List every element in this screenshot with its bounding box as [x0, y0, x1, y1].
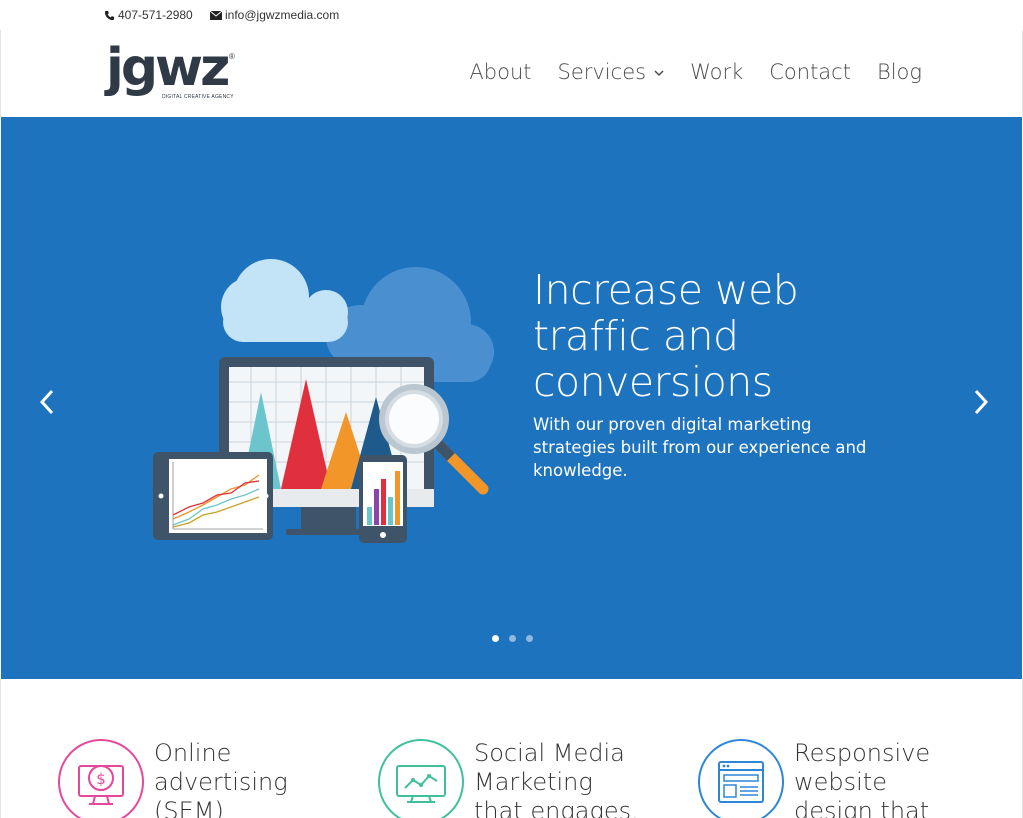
service-title: Online advertising (SEM): [154, 739, 288, 818]
nav-about[interactable]: About: [469, 60, 531, 84]
nav-contact[interactable]: Contact: [769, 60, 851, 84]
nav-blog-label: Blog: [876, 60, 922, 84]
service-online-advertising[interactable]: $ Online advertising (SEM): [58, 739, 358, 818]
tablet-icon: [153, 452, 273, 540]
hero-title: Increase web traffic and conversions: [533, 266, 799, 406]
slider-dot-1[interactable]: [492, 635, 499, 642]
service-title: Responsive website design that: [794, 739, 931, 818]
hero-slider: Increase web traffic and conversions Wit…: [1, 117, 1022, 679]
phone-device-icon: [359, 455, 407, 543]
logo-registered-mark: ®: [229, 52, 235, 61]
nav-work-label: Work: [690, 60, 744, 84]
nav-services[interactable]: Services: [558, 60, 665, 84]
phone-number: 407-571-2980: [118, 8, 193, 22]
phone-icon: [104, 10, 115, 20]
service-responsive-design[interactable]: Responsive website design that: [698, 739, 998, 818]
logo-tagline: DIGITAL CREATIVE AGENCY: [162, 94, 234, 100]
email-contact[interactable]: info@jgwzmedia.com: [210, 8, 339, 22]
slider-dot-3[interactable]: [526, 635, 533, 642]
nav-contact-label: Contact: [769, 60, 851, 84]
monitor-chart-icon: [378, 739, 464, 818]
phone-contact[interactable]: 407-571-2980: [104, 8, 193, 22]
service-title: Social Media Marketing that engages,: [474, 739, 639, 818]
cloud-front-icon: [221, 259, 348, 342]
hero-subtitle: With our proven digital marketing strate…: [533, 415, 867, 480]
chevron-left-icon: [39, 389, 54, 415]
browser-window-icon: [698, 739, 784, 818]
services-section: $ Online advertising (SEM) Social Media …: [0, 679, 1023, 818]
monitor-dollar-icon: $: [58, 739, 144, 818]
nav-about-label: About: [469, 60, 532, 84]
svg-text:$: $: [96, 770, 106, 788]
slider-pagination: [492, 635, 533, 642]
slider-next-button[interactable]: [966, 387, 996, 417]
slider-dot-2[interactable]: [509, 635, 516, 642]
email-address: info@jgwzmedia.com: [225, 8, 340, 22]
chevron-down-icon: [654, 67, 664, 80]
chevron-right-icon: [974, 389, 989, 415]
service-social-media[interactable]: Social Media Marketing that engages,: [378, 739, 678, 818]
logo-wordmark: jgwz: [106, 38, 230, 98]
slider-prev-button[interactable]: [32, 387, 62, 417]
site-header: jgwz ® DIGITAL CREATIVE AGENCY About Ser…: [0, 30, 1023, 117]
site-logo[interactable]: jgwz ® DIGITAL CREATIVE AGENCY: [106, 38, 236, 104]
main-nav: About Services Work Contact Blog: [469, 60, 922, 84]
analytics-illustration: [153, 259, 494, 543]
nav-services-label: Services: [557, 60, 647, 84]
nav-work[interactable]: Work: [690, 60, 743, 84]
envelope-icon: [210, 10, 222, 20]
top-contact-bar: 407-571-2980 info@jgwzmedia.com: [0, 0, 1023, 30]
nav-blog[interactable]: Blog: [877, 60, 922, 84]
